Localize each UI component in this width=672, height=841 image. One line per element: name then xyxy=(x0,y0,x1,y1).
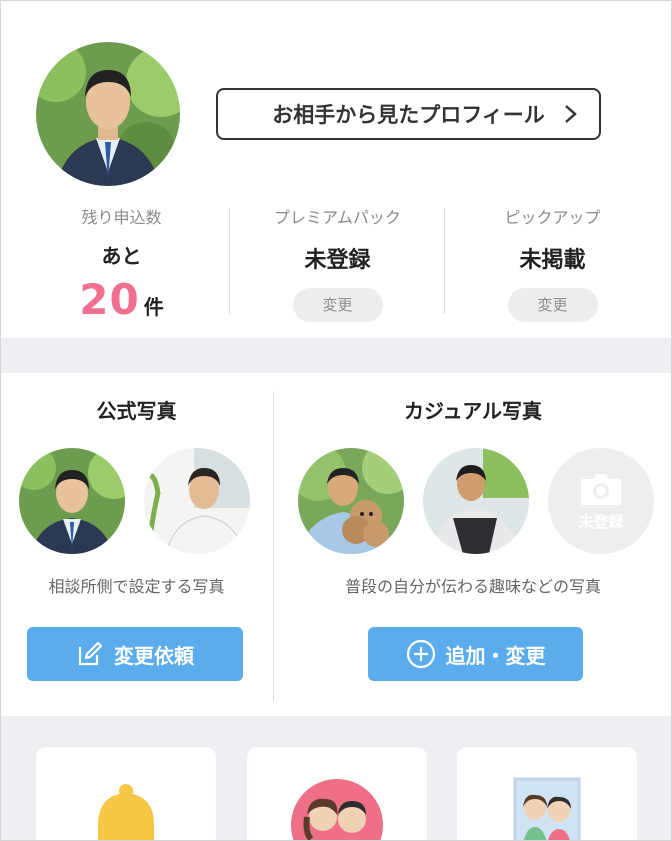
photo-frame-icon xyxy=(513,777,581,841)
view-profile-as-partner-button[interactable]: お相手から見たプロフィール xyxy=(216,88,601,140)
remaining-prefix: あと xyxy=(101,244,142,268)
remaining-applications-stat: 残り申込数 あと 20 件 xyxy=(14,200,229,324)
camera-icon xyxy=(581,473,621,505)
premium-value: 未登録 xyxy=(304,248,371,273)
request-change-button[interactable]: 変更依頼 xyxy=(27,627,243,681)
view-profile-label: お相手から見たプロフィール xyxy=(272,103,545,127)
premium-pack-stat: プレミアムパック 未登録 変更 xyxy=(230,200,445,322)
casual-photos-title: カジュアル写真 xyxy=(404,399,542,423)
couple-icon xyxy=(291,779,383,841)
plus-circle-icon xyxy=(406,639,435,669)
introduction-card[interactable] xyxy=(457,747,637,841)
photos-divider xyxy=(273,391,274,701)
pickup-stat: ピックアップ 未掲載 変更 xyxy=(445,200,660,322)
pickup-value: 未掲載 xyxy=(519,248,586,273)
notification-card[interactable] xyxy=(36,747,216,841)
request-change-label: 変更依頼 xyxy=(114,643,194,668)
matching-card[interactable] xyxy=(247,747,427,841)
casual-photo-empty-slot[interactable]: 未登録 xyxy=(548,448,654,554)
casual-photo-2[interactable] xyxy=(423,448,529,554)
edit-icon xyxy=(78,641,103,666)
official-photo-2[interactable] xyxy=(144,448,250,554)
add-change-button[interactable]: 追加・変更 xyxy=(368,627,583,681)
premium-label: プレミアムパック xyxy=(274,208,401,227)
bell-icon xyxy=(98,784,154,841)
remaining-count: 20 件 xyxy=(14,275,229,324)
photos-section: 公式写真 相談所側で設定する写真 変更依頼 カジュアル写真 未登録 普段の自分が… xyxy=(0,373,672,716)
chevron-right-icon xyxy=(565,105,577,123)
remaining-number: 20 xyxy=(79,275,140,324)
profile-avatar[interactable] xyxy=(36,42,180,186)
official-photos-title: 公式写真 xyxy=(96,399,177,423)
remaining-label: 残り申込数 xyxy=(81,208,162,227)
official-photo-1[interactable] xyxy=(19,448,125,554)
casual-photos-caption: 普段の自分が伝わる趣味などの写真 xyxy=(344,577,601,596)
empty-slot-label: 未登録 xyxy=(578,512,624,531)
remaining-unit: 件 xyxy=(143,295,164,319)
add-change-label: 追加・変更 xyxy=(445,643,546,668)
casual-photo-1[interactable] xyxy=(298,448,404,554)
official-photos-caption: 相談所側で設定する写真 xyxy=(48,577,225,596)
premium-change-button[interactable]: 変更 xyxy=(292,288,383,322)
pickup-label: ピックアップ xyxy=(504,208,601,227)
profile-summary: お相手から見たプロフィール 残り申込数 あと 20 件 プレミアムパック 未登録… xyxy=(0,0,672,338)
pickup-change-button[interactable]: 変更 xyxy=(507,288,598,322)
